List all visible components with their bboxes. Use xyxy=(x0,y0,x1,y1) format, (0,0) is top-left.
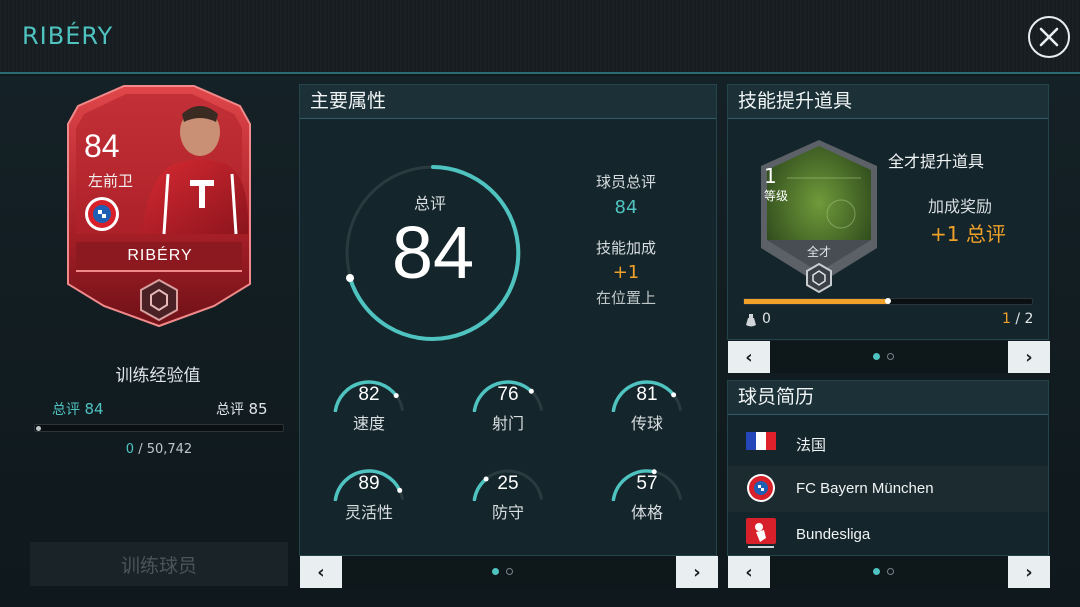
main-attributes-title: 主要属性 xyxy=(300,85,716,119)
attributes-next-button[interactable]: › xyxy=(676,556,718,588)
boost-item-tag: 全才 xyxy=(806,245,831,259)
current-overall: 总评 84 xyxy=(52,399,104,419)
stat-label: 射门 xyxy=(491,414,524,433)
stat-value: 76 xyxy=(497,384,519,405)
stat-value: 82 xyxy=(358,384,380,405)
skill-boost-note: 在位置上 xyxy=(595,289,656,307)
xp-total: 50,742 xyxy=(146,442,193,457)
boost-bonus-value: +1 总评 xyxy=(930,222,1006,246)
bayern-crest-icon xyxy=(747,474,775,502)
chevron-left-icon: ‹ xyxy=(745,346,753,368)
bio-prev-button[interactable]: ‹ xyxy=(728,556,770,588)
chevron-left-icon: ‹ xyxy=(317,561,325,583)
train-player-button[interactable]: 训练球员 xyxy=(30,542,288,586)
chevron-right-icon: › xyxy=(1025,561,1033,583)
training-xp-title: 训练经验值 xyxy=(115,366,201,386)
stat-label: 防守 xyxy=(491,503,524,522)
boost-owned-count: 0 xyxy=(762,311,771,327)
boost-item-name: 全才提升道具 xyxy=(888,152,985,171)
bio-row-nation[interactable]: 法国 xyxy=(728,420,1048,466)
xp-separator: / xyxy=(138,442,143,457)
attributes-page-dots xyxy=(492,568,522,576)
skill-boost-value: +1 xyxy=(612,262,640,283)
stat-label: 灵活性 xyxy=(344,503,393,522)
player-card[interactable] xyxy=(64,84,254,328)
chevron-left-icon: ‹ xyxy=(745,561,753,583)
player-bio-title: 球员简历 xyxy=(728,381,1048,415)
top-bar xyxy=(0,0,1080,74)
bio-row-club[interactable]: FC Bayern München xyxy=(728,466,1048,512)
next-overall-value: 85 xyxy=(248,400,268,418)
bio-club-text: FC Bayern München xyxy=(796,480,934,497)
stat-label: 速度 xyxy=(352,414,385,433)
stat-value: 25 xyxy=(497,473,519,494)
boost-level-number: 1 xyxy=(764,164,777,188)
boost-progress-bar xyxy=(743,298,1033,305)
card-position: 左前卫 xyxy=(88,172,134,190)
bio-nation-text: 法国 xyxy=(796,437,827,454)
boost-level-label: 等级 xyxy=(764,189,789,203)
chevron-right-icon: › xyxy=(693,561,701,583)
xp-current: 0 xyxy=(125,442,135,457)
player-overall-value: 84 xyxy=(614,197,638,218)
skill-boost-title: 技能提升道具 xyxy=(728,85,1048,119)
stat-value: 57 xyxy=(636,473,658,494)
boost-next-button[interactable]: › xyxy=(1008,341,1050,373)
bio-page-dots xyxy=(873,568,903,576)
boost-page-dots xyxy=(873,353,903,361)
club-crest-icon xyxy=(85,197,119,231)
close-button[interactable] xyxy=(1028,16,1070,58)
card-player-name: RIBÉRY xyxy=(127,247,193,264)
card-rarity-icon xyxy=(140,278,178,322)
chevron-right-icon: › xyxy=(1025,346,1033,368)
boost-progress-total: 2 xyxy=(1024,311,1034,327)
stat-label: 传球 xyxy=(630,414,663,433)
training-xp-progress: 0 / 50,742 xyxy=(34,442,284,457)
next-overall: 总评 85 xyxy=(216,399,268,419)
bio-league-text: Bundesliga xyxy=(796,526,871,543)
potion-icon xyxy=(746,314,756,327)
current-overall-value: 84 xyxy=(84,400,104,418)
current-overall-label: 总评 xyxy=(52,402,80,418)
attributes-prev-button[interactable]: ‹ xyxy=(300,556,342,588)
boost-pager: ‹ › xyxy=(728,341,1050,373)
boost-item-card[interactable] xyxy=(757,138,881,296)
player-overall-label: 球员总评 xyxy=(595,173,656,191)
bio-row-league[interactable]: Bundesliga xyxy=(728,512,1048,558)
card-rating: 84 xyxy=(84,128,120,164)
bio-next-button[interactable]: › xyxy=(1008,556,1050,588)
attributes-pager: ‹ › xyxy=(300,556,718,588)
close-icon xyxy=(1039,27,1059,47)
bio-pager: ‹ › xyxy=(728,556,1050,588)
boost-bonus-label: 加成奖励 xyxy=(928,197,993,216)
stat-value: 89 xyxy=(358,473,380,494)
boost-item-gem-icon xyxy=(806,262,832,294)
bundesliga-logo-icon xyxy=(746,518,776,548)
training-xp-bar xyxy=(34,424,284,432)
overall-value: 84 xyxy=(391,211,475,294)
page-title: RIBÉRY xyxy=(22,22,114,50)
boost-prev-button[interactable]: ‹ xyxy=(728,341,770,373)
stat-label: 体格 xyxy=(630,503,663,522)
boost-progress-current: 1 xyxy=(1002,311,1011,327)
skill-boost-label: 技能加成 xyxy=(595,239,656,257)
stat-value: 81 xyxy=(636,384,658,405)
boost-progress-separator: / xyxy=(1010,311,1025,327)
next-overall-label: 总评 xyxy=(216,402,244,418)
france-flag-icon xyxy=(746,432,776,450)
boost-progress-text: 1 / 2 xyxy=(1002,311,1033,327)
